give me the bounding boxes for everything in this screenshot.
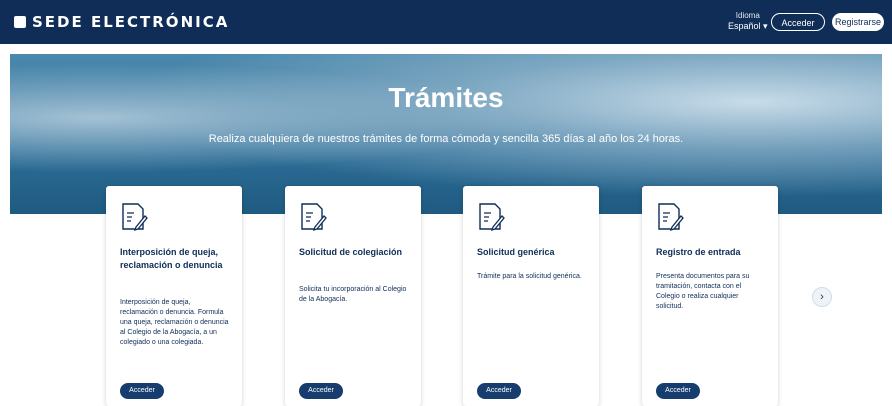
card-access-button[interactable]: Acceder xyxy=(477,383,521,399)
language-value[interactable]: Español ▾ xyxy=(728,21,768,31)
card-solicitud-generica: Solicitud genérica Trámite para la solic… xyxy=(463,186,599,406)
document-pen-icon xyxy=(479,203,505,232)
chevron-right-icon: › xyxy=(820,291,824,303)
language-selector[interactable]: Idioma Español ▾ xyxy=(728,11,768,31)
card-description: Presenta documentos para su tramitación,… xyxy=(656,273,750,310)
document-pen-icon xyxy=(658,203,684,232)
hero-subtitle: Realiza cualquiera de nuestros trámites … xyxy=(208,133,684,145)
card-colegiacion: Solicitud de colegiación Solicita tu inc… xyxy=(285,186,421,406)
access-button[interactable]: Acceder xyxy=(771,13,825,31)
card-title: Interposición de queja, reclamación o de… xyxy=(120,247,223,270)
card-title: Registro de entrada xyxy=(656,247,741,257)
card-title: Solicitud de colegiación xyxy=(299,247,403,257)
register-button[interactable]: Registrarse xyxy=(832,13,884,31)
carousel-next-button[interactable]: › xyxy=(812,287,832,307)
card-description: Trámite para la solicitud genérica. xyxy=(477,273,582,280)
logo-mark-icon xyxy=(14,16,26,28)
page-title: Trámites xyxy=(388,82,504,113)
card-registro-entrada: Registro de entrada Presenta documentos … xyxy=(642,186,778,406)
card-access-button[interactable]: Acceder xyxy=(656,383,700,399)
document-pen-icon xyxy=(122,203,148,232)
card-description: Solicita tu incorporación al Colegio de … xyxy=(299,286,407,303)
site-logo[interactable]: SEDE ELECTRÓNICA xyxy=(14,13,229,31)
card-queja: Interposición de queja, reclamación o de… xyxy=(106,186,242,406)
card-access-button[interactable]: Acceder xyxy=(120,383,164,399)
top-navbar: SEDE ELECTRÓNICA Idioma Español ▾ Accede… xyxy=(0,0,892,44)
card-description: Interposición de queja, reclamación o de… xyxy=(120,299,229,346)
card-title: Solicitud genérica xyxy=(477,247,555,257)
language-label: Idioma xyxy=(735,11,760,20)
site-title: SEDE ELECTRÓNICA xyxy=(32,13,230,31)
card-access-button[interactable]: Acceder xyxy=(299,383,343,399)
document-pen-icon xyxy=(301,203,327,232)
